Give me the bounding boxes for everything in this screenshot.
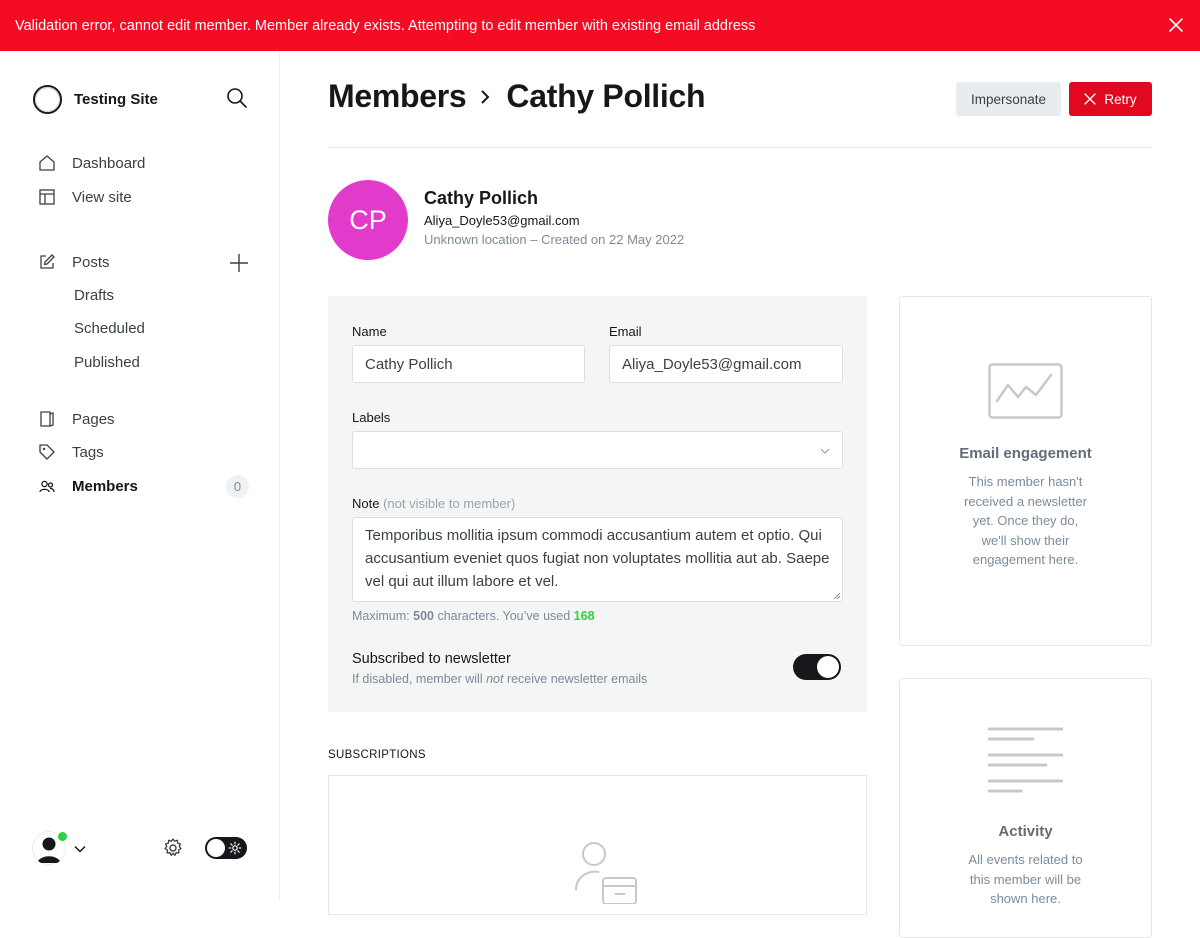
error-banner: Validation error, cannot edit member. Me… [0, 0, 1200, 51]
chart-icon [988, 363, 1063, 419]
sidebar: Testing Site Dashboard View site Posts D… [0, 51, 280, 900]
members-count-badge: 0 [226, 475, 249, 498]
char-used: 168 [573, 609, 595, 623]
email-label: Email [609, 324, 642, 339]
edit-icon [40, 254, 55, 269]
site-logo-icon [32, 84, 63, 115]
online-status-dot [57, 831, 68, 842]
site-name: Testing Site [74, 91, 158, 108]
tag-icon [39, 444, 55, 460]
char-prefix: Maximum: [352, 609, 414, 623]
newsletter-desc-b: receive newsletter emails [503, 672, 648, 686]
note-label-text: Note [352, 496, 380, 511]
sidebar-item-label: Pages [72, 410, 115, 428]
site-brand[interactable]: Testing Site [32, 84, 158, 115]
sidebar-item-label: View site [72, 188, 132, 206]
breadcrumb-members[interactable]: Members [328, 78, 467, 115]
close-icon [1084, 93, 1097, 105]
page-title: Members Cathy Pollich [328, 78, 706, 115]
note-hint: (not visible to member) [383, 496, 516, 511]
list-icon [988, 727, 1063, 793]
sidebar-item-tags[interactable]: Tags [38, 443, 104, 461]
sidebar-item-label: Members [72, 477, 138, 495]
note-label: Note (not visible to member) [352, 496, 515, 511]
impersonate-button[interactable]: Impersonate [956, 82, 1061, 116]
chevron-down-icon[interactable] [73, 842, 87, 856]
subscriptions-heading: SUBSCRIPTIONS [328, 749, 426, 761]
gear-icon[interactable] [162, 837, 184, 859]
member-avatar: CP [328, 180, 408, 260]
chevron-down-icon [820, 448, 830, 454]
main-content: Members Cathy Pollich Impersonate Retry … [280, 51, 1200, 938]
char-max: 500 [413, 609, 434, 623]
newsletter-toggle[interactable] [793, 654, 841, 680]
search-icon[interactable] [226, 87, 248, 109]
error-message: Validation error, cannot edit member. Me… [15, 17, 756, 34]
member-email: Aliya_Doyle53@gmail.com [424, 213, 580, 228]
sidebar-item-view-site[interactable]: View site [38, 188, 132, 206]
theme-toggle-knob [207, 839, 225, 857]
close-icon[interactable] [1168, 17, 1184, 33]
add-post-icon[interactable] [229, 253, 249, 273]
subscriptions-panel [328, 775, 867, 915]
sidebar-item-members[interactable]: Members [38, 477, 138, 495]
labels-label: Labels [352, 410, 391, 425]
email-field[interactable]: Aliya_Doyle53@gmail.com [609, 345, 843, 383]
newsletter-title: Subscribed to newsletter [352, 651, 511, 667]
sidebar-item-label: Posts [72, 253, 110, 271]
sidebar-item-scheduled[interactable]: Scheduled [74, 320, 145, 337]
sidebar-item-label: Dashboard [72, 154, 146, 172]
retry-label: Retry [1104, 91, 1137, 107]
member-title: Cathy Pollich [506, 78, 706, 114]
sidebar-item-dashboard[interactable]: Dashboard [38, 154, 145, 172]
newsletter-toggle-knob [817, 656, 839, 678]
sidebar-item-published[interactable]: Published [74, 354, 140, 371]
sidebar-item-posts[interactable]: Posts [38, 253, 110, 271]
name-field[interactable]: Cathy Pollich [352, 345, 585, 383]
member-subscription-icon [575, 842, 637, 904]
sidebar-item-drafts[interactable]: Drafts [74, 287, 114, 304]
retry-button[interactable]: Retry [1069, 82, 1152, 116]
sun-icon [228, 841, 242, 855]
layout-icon [39, 189, 55, 205]
member-meta: Unknown location – Created on 22 May 202… [424, 232, 685, 247]
char-mid: characters. You’ve used [433, 609, 574, 623]
sidebar-item-pages[interactable]: Pages [38, 410, 115, 428]
engagement-text: This member hasn't received a newsletter… [964, 474, 1087, 567]
note-textarea[interactable]: Temporibus mollitia ipsum commodi accusa… [352, 517, 843, 602]
note-char-count: Maximum: 500 characters. You’ve used 168 [352, 609, 595, 623]
header-divider [328, 147, 1152, 148]
resize-handle-icon[interactable] [833, 592, 841, 600]
engagement-title: Email engagement [959, 445, 1092, 462]
activity-card: Activity All events related to this memb… [899, 678, 1152, 938]
member-form: Name Cathy Pollich Email Aliya_Doyle53@g… [328, 296, 867, 712]
name-value: Cathy Pollich [365, 355, 453, 373]
email-value: Aliya_Doyle53@gmail.com [622, 355, 802, 373]
chevron-right-icon [481, 89, 490, 104]
home-icon [39, 155, 55, 171]
activity-title: Activity [998, 823, 1053, 840]
newsletter-desc-a: If disabled, member will [352, 672, 487, 686]
name-label: Name [352, 324, 387, 339]
theme-toggle[interactable] [205, 837, 247, 859]
newsletter-desc-em: not [486, 672, 504, 686]
note-value: Temporibus mollitia ipsum commodi accusa… [365, 527, 830, 590]
email-engagement-card: Email engagement This member hasn't rece… [899, 296, 1152, 646]
sidebar-item-label: Tags [72, 443, 104, 461]
labels-select[interactable] [352, 431, 843, 469]
members-icon [39, 480, 55, 493]
member-name: Cathy Pollich [424, 188, 539, 208]
page-icon [40, 411, 54, 427]
newsletter-description: If disabled, member will not receive new… [352, 672, 647, 686]
